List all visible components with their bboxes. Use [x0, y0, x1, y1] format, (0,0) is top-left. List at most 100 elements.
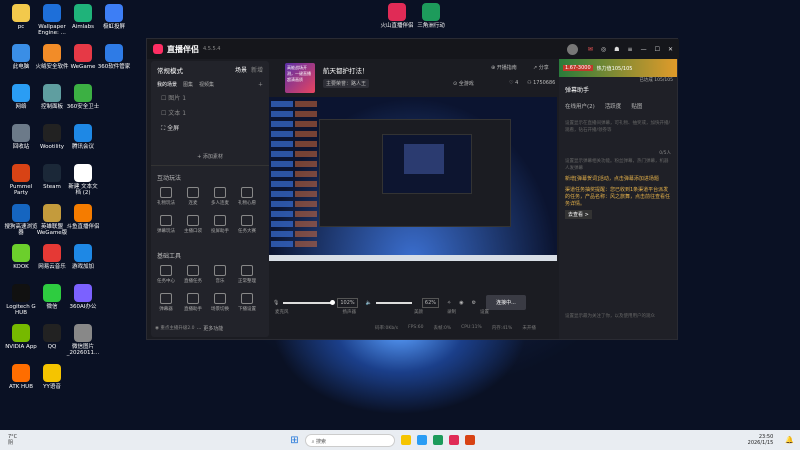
- scene-tab-videos[interactable]: 视频集: [199, 81, 214, 88]
- microphone-icon[interactable]: 🎙: [273, 300, 279, 306]
- desktop-icon[interactable]: 微信: [35, 284, 69, 310]
- desktop-icon[interactable]: Steam: [35, 164, 69, 190]
- desktop-icon[interactable]: 搜狗高速浏览器: [4, 204, 38, 236]
- tab-online-users[interactable]: 在线用户(2): [565, 102, 595, 110]
- taskbar-app-icon[interactable]: [400, 435, 411, 445]
- tool-button[interactable]: 礼物心愿: [236, 187, 258, 206]
- desktop-icon[interactable]: Logitech G HUB: [4, 284, 38, 316]
- record-button[interactable]: ◉: [459, 300, 463, 306]
- desktop-icon[interactable]: 英雄联盟WeGame版: [35, 204, 69, 236]
- taskbar-app-icon[interactable]: [432, 435, 443, 445]
- desktop-icon[interactable]: QQ: [35, 324, 69, 350]
- desktop-icon[interactable]: pc: [4, 4, 38, 30]
- minimize-icon[interactable]: —: [641, 46, 647, 53]
- desktop-icon[interactable]: 360安全卫士: [66, 84, 100, 110]
- avatar[interactable]: [566, 43, 578, 55]
- tool-button[interactable]: 任务大赛: [236, 215, 258, 234]
- mic-slider[interactable]: [283, 299, 336, 305]
- desktop-icon[interactable]: NVIDIA App: [4, 324, 38, 350]
- desktop-icon[interactable]: 三角洲行动: [414, 3, 448, 29]
- tool-button[interactable]: 下播设置: [236, 293, 258, 312]
- close-icon[interactable]: ✕: [668, 46, 673, 53]
- settings-icon[interactable]: ⚙: [472, 300, 476, 306]
- tab-scene[interactable]: 场景: [235, 65, 247, 75]
- speaker-icon[interactable]: 🔈: [366, 300, 372, 306]
- tool-button[interactable]: 主播口袋: [182, 215, 204, 234]
- beauty-button[interactable]: ✧: [447, 300, 451, 306]
- bell-icon[interactable]: 🔔: [785, 436, 794, 444]
- add-material-button[interactable]: + 添加素材: [151, 153, 269, 160]
- desktop-icon[interactable]: 此电脑: [4, 44, 38, 70]
- tool-button[interactable]: 任务中心: [155, 265, 177, 284]
- desktop-icon[interactable]: ATK HUB: [4, 364, 38, 390]
- desktop-icon[interactable]: 360软件管家: [97, 44, 131, 70]
- desktop-icon[interactable]: Wallpaper Engine: ...: [35, 4, 69, 36]
- desktop-icon[interactable]: 腾讯会议: [66, 124, 100, 150]
- add-scene-icon[interactable]: ＋: [258, 81, 263, 88]
- desktop-icon[interactable]: 新建 文本文档 (2): [66, 164, 100, 196]
- desktop-icon[interactable]: KOOK: [4, 244, 38, 270]
- scene-item[interactable]: ☐ 文本 1: [151, 105, 269, 120]
- tab-add[interactable]: 新增: [251, 65, 263, 75]
- view-link[interactable]: 去查看 >: [565, 210, 592, 219]
- desktop-icon[interactable]: 网易云音乐: [35, 244, 69, 270]
- left-panel: 常规模式 场景 新增 我的场景 图集 视频集 ＋ ☐ 图片 1 ☐ 文本 1 ⛶…: [151, 61, 269, 337]
- desktop-icon[interactable]: 游戏加加: [66, 244, 100, 270]
- desktop-icon[interactable]: Wootility: [35, 124, 69, 150]
- desktop-icon[interactable]: 网络: [4, 84, 38, 110]
- tool-button[interactable]: 场景切换: [209, 293, 231, 312]
- weather-widget[interactable]: 7°C 阴: [8, 434, 17, 446]
- desktop-icon[interactable]: 极虹投屏: [97, 4, 131, 30]
- desktop-icon[interactable]: 微信图片_2026011...: [66, 324, 100, 356]
- tool-button[interactable]: 直播助手: [182, 293, 204, 312]
- scene-item[interactable]: ⛶ 全屏: [151, 120, 269, 136]
- tool-button[interactable]: 弹幕玩法: [155, 215, 177, 234]
- desktop-icon[interactable]: 360AI办公: [66, 284, 100, 310]
- tool-button[interactable]: 投屏助手: [209, 215, 231, 234]
- tab-stickers[interactable]: 贴图: [631, 102, 642, 110]
- mode-select[interactable]: 常规模式: [157, 65, 183, 75]
- desktop-icon[interactable]: 斗鱼直播伴侣: [66, 204, 100, 230]
- tool-button[interactable]: 直播任务: [182, 265, 204, 284]
- taskbar-app-icon[interactable]: [416, 435, 427, 445]
- desktop-icon[interactable]: YY语音: [35, 364, 69, 390]
- taskbar-app-icon[interactable]: [448, 435, 459, 445]
- go-live-button[interactable]: 连接中...: [486, 295, 526, 310]
- search-box[interactable]: ⌕ 搜索: [304, 433, 395, 447]
- tab-activity[interactable]: 活跃度: [605, 102, 622, 110]
- share-button[interactable]: ↗ 分享: [533, 64, 549, 71]
- ad-banner[interactable]: 高能战场开测，一键直播 超清画质: [285, 63, 315, 93]
- tool-button[interactable]: 正常整理: [236, 265, 258, 284]
- scene-item[interactable]: ☐ 图片 1: [151, 90, 269, 105]
- maximize-icon[interactable]: ☐: [655, 46, 660, 53]
- scene-tab-images[interactable]: 图集: [183, 81, 193, 88]
- mail-icon[interactable]: ✉: [588, 46, 593, 53]
- open-live-guide[interactable]: ⊕ 开播指南: [491, 64, 517, 71]
- speaker-slider[interactable]: [375, 301, 412, 304]
- menu-icon[interactable]: ≡: [628, 46, 633, 53]
- desktop-icon[interactable]: 火山直播伴侣: [380, 3, 414, 29]
- shirt-icon[interactable]: ☗: [614, 46, 619, 53]
- game-mode[interactable]: ⊙ 全游戏: [453, 80, 474, 87]
- event-banner[interactable]: 1.67-3000 热力值105/105: [559, 59, 677, 77]
- clock[interactable]: 23:50 2026/1/15: [748, 434, 774, 446]
- more-label: 更多功能: [203, 326, 224, 332]
- tool-button[interactable]: 连麦: [182, 187, 204, 206]
- desktop-icon[interactable]: 控制面板: [35, 84, 69, 110]
- tool-button[interactable]: 礼物玩法: [155, 187, 177, 206]
- taskbar-app-icon[interactable]: [464, 435, 475, 445]
- desktop-icon[interactable]: Aimlabs: [66, 4, 100, 30]
- desktop-icon[interactable]: Pummel Party: [4, 164, 38, 196]
- app-icon: [43, 124, 61, 142]
- desktop-icon[interactable]: 回收站: [4, 124, 38, 150]
- desktop-icon[interactable]: 火绒安全软件: [35, 44, 69, 70]
- bottom-promo[interactable]: ◉ 重点主播升级2.0: [155, 325, 195, 331]
- tool-button[interactable]: 弹幕器: [155, 293, 177, 312]
- tool-button[interactable]: 音乐: [209, 265, 231, 284]
- headset-icon[interactable]: ◎: [601, 46, 606, 53]
- preview-canvas[interactable]: [269, 97, 557, 261]
- tool-button[interactable]: 多人连麦: [209, 187, 231, 206]
- desktop-icon[interactable]: WeGame: [66, 44, 100, 70]
- scene-tab-mine[interactable]: 我的场景: [157, 81, 177, 88]
- windows-icon[interactable]: ⊞: [290, 435, 298, 446]
